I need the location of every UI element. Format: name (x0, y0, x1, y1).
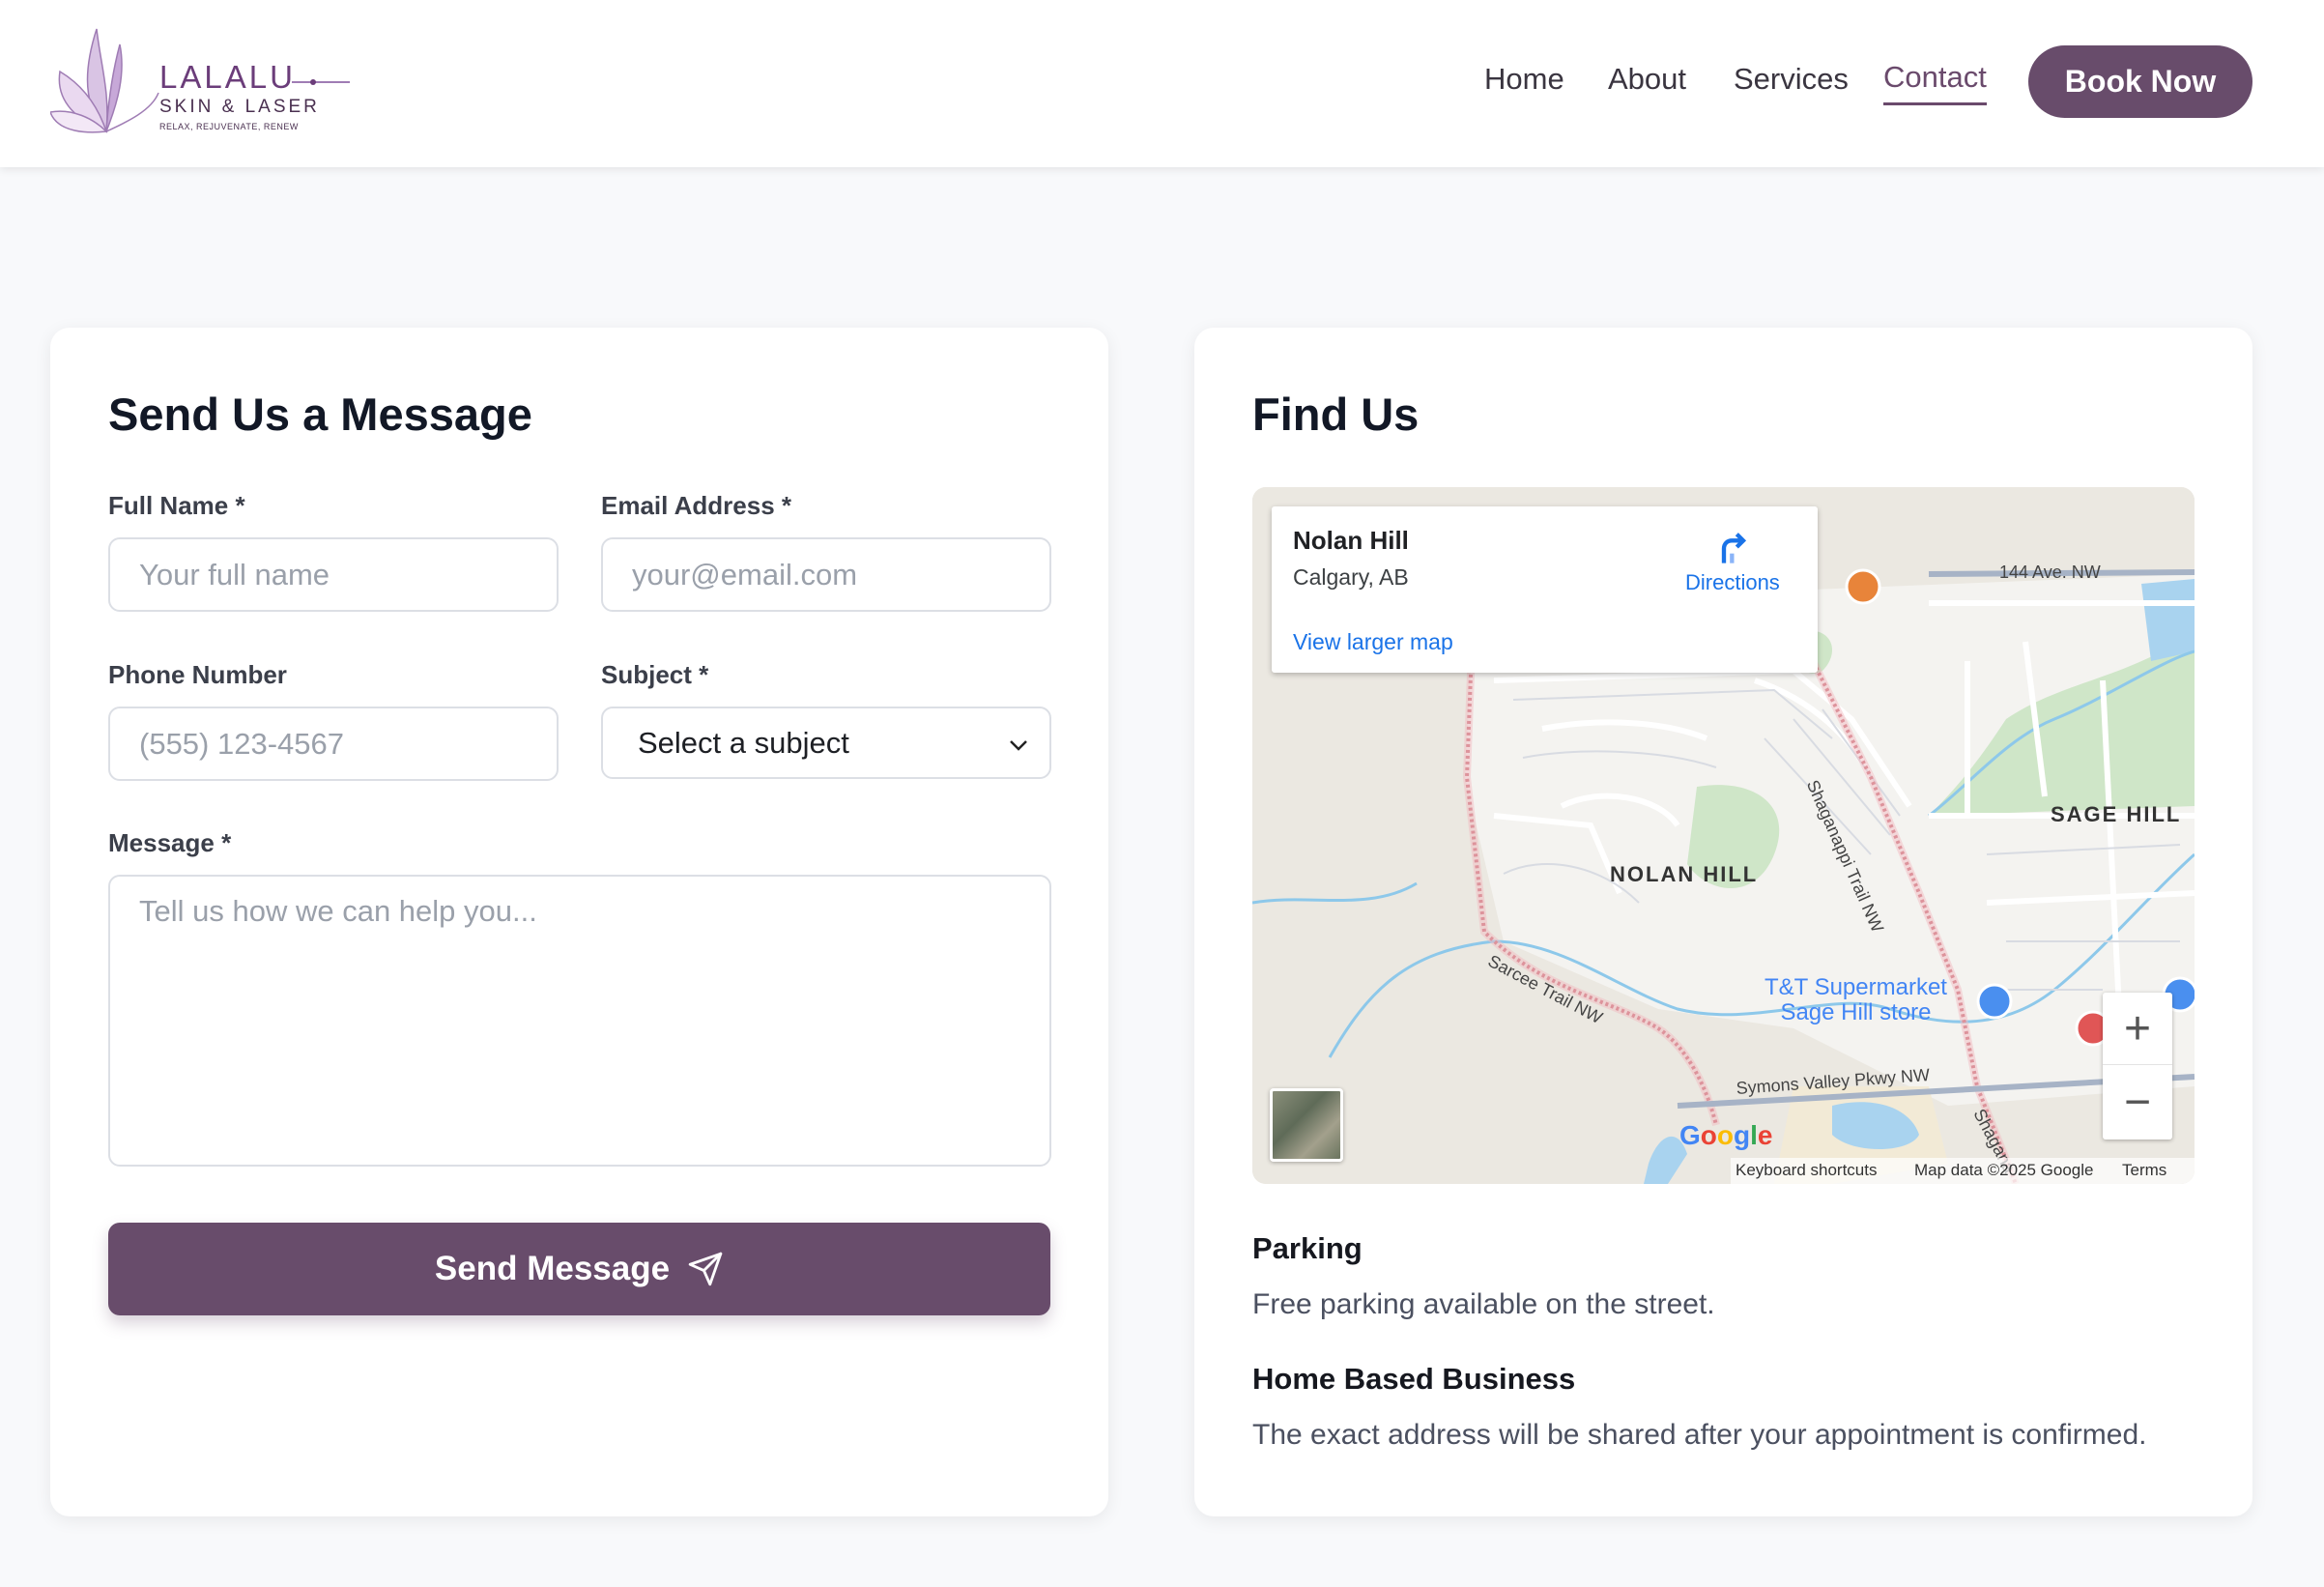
subject-label: Subject * (601, 660, 709, 689)
home-business-heading: Home Based Business (1252, 1362, 1576, 1396)
directions-link[interactable]: Directions (1685, 570, 1780, 595)
map-poi-tt-supermarket[interactable]: T&T Supermarket Sage Hill store (1765, 975, 1947, 1025)
keyboard-shortcuts-link[interactable]: Keyboard shortcuts (1736, 1161, 1877, 1180)
google-logo: Google (1679, 1120, 1773, 1150)
chevron-down-icon (1010, 740, 1027, 751)
email-input[interactable]: your@email.com (601, 537, 1051, 612)
nav-contact[interactable]: Contact (1883, 58, 1987, 105)
full-name-label: Full Name * (108, 491, 245, 520)
embedded-map[interactable]: NOLAN HILL SAGE HILL 144 Ave. NW Shagana… (1252, 487, 2195, 1184)
logo-sparkle-icon (292, 79, 350, 85)
nav-about[interactable]: About (1608, 60, 1686, 99)
phone-input[interactable]: (555) 123-4567 (108, 707, 559, 781)
map-info-card: Nolan Hill Calgary, AB Directions View l… (1272, 506, 1818, 673)
map-data-attribution: Map data ©2025 Google (1914, 1161, 2094, 1179)
directions-icon[interactable] (1714, 528, 1753, 566)
map-street-144-ave: 144 Ave. NW (1999, 563, 2101, 582)
full-name-input[interactable]: Your full name (108, 537, 559, 612)
logo-subtitle: SKIN & LASER (159, 97, 320, 117)
map-zoom-controls: + − (2103, 993, 2172, 1140)
map-label-nolan-hill: NOLAN HILL (1610, 862, 1759, 886)
poi-line-2: Sage Hill store (1780, 999, 1932, 1025)
poi-line-1: T&T Supermarket (1765, 974, 1947, 1000)
map-place-city: Calgary, AB (1293, 564, 1409, 590)
zoom-in-button[interactable]: + (2103, 993, 2172, 1065)
subject-selected-value: Select a subject (638, 725, 849, 760)
nav-home[interactable]: Home (1484, 60, 1564, 99)
message-textarea[interactable]: Tell us how we can help you... (108, 875, 1051, 1167)
site-header: LALALU SKIN & LASER RELAX, REJUVENATE, R… (0, 0, 2324, 167)
send-message-button[interactable]: Send Message (108, 1223, 1050, 1315)
map-label-sage-hill: SAGE HILL (2051, 802, 2182, 826)
view-larger-map-link[interactable]: View larger map (1293, 629, 1453, 655)
parking-text: Free parking available on the street. (1252, 1288, 1715, 1320)
send-icon (688, 1252, 723, 1286)
terms-link[interactable]: Terms (2122, 1161, 2166, 1180)
send-message-label: Send Message (434, 1250, 671, 1287)
parking-heading: Parking (1252, 1231, 1363, 1265)
nav-services[interactable]: Services (1734, 60, 1849, 99)
form-title: Send Us a Message (108, 389, 532, 440)
brand-logo[interactable]: LALALU SKIN & LASER RELAX, REJUVENATE, R… (50, 25, 350, 137)
zoom-out-button[interactable]: − (2103, 1066, 2172, 1139)
home-business-text: The exact address will be shared after y… (1252, 1419, 2147, 1451)
lotus-icon (50, 28, 159, 133)
email-label: Email Address * (601, 491, 792, 520)
find-us-title: Find Us (1252, 389, 1420, 440)
satellite-toggle[interactable] (1270, 1088, 1343, 1162)
contact-form-card: Send Us a Message Full Name * Your full … (50, 328, 1108, 1516)
subject-select[interactable]: Select a subject (601, 707, 1051, 779)
message-label: Message * (108, 828, 232, 857)
phone-label: Phone Number (108, 660, 287, 689)
map-place-name: Nolan Hill (1293, 526, 1409, 555)
book-now-button[interactable]: Book Now (2028, 45, 2252, 118)
find-us-card: Find Us NOLAN HILL SAGE HILL 144 Ave. NW… (1194, 328, 2252, 1516)
logo-text: LALALU SKIN & LASER RELAX, REJUVENATE, R… (159, 60, 320, 132)
logo-tagline: RELAX, REJUVENATE, RENEW (159, 122, 299, 131)
